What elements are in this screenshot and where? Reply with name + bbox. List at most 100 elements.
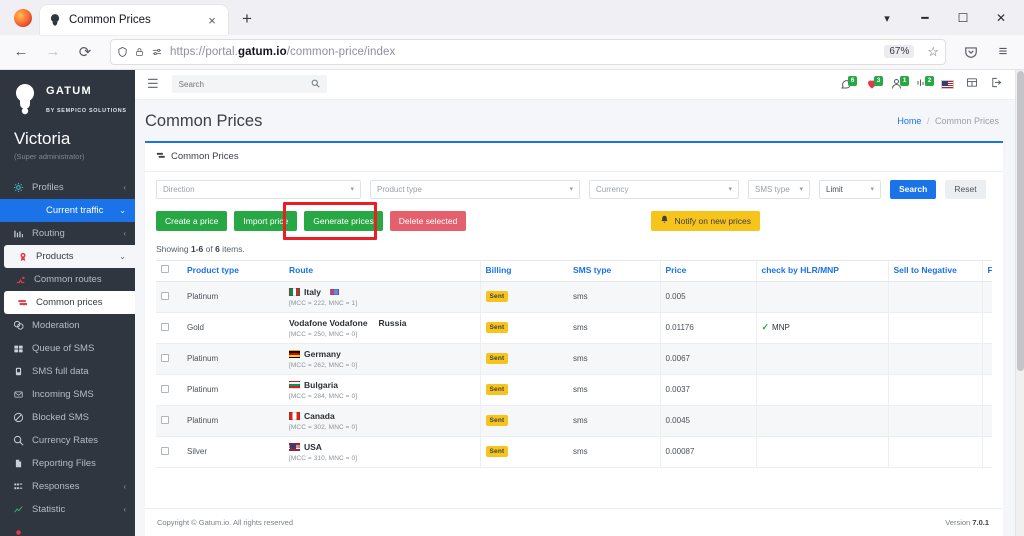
minimize-button[interactable]: ━ — [906, 4, 944, 32]
chat-notification-button[interactable]: 6 — [839, 76, 857, 90]
sidebar-item-reporting-files[interactable]: Reporting Files — [0, 452, 135, 475]
sidebar-item-current-traffic[interactable]: Current traffic ⌄ — [0, 199, 135, 223]
scrollbar-thumb[interactable] — [1017, 70, 1024, 371]
row-checkbox[interactable] — [161, 415, 169, 424]
table-row[interactable]: Platinum Canada [MCC = 302, MNC = 0] Sen… — [156, 405, 992, 437]
select-all-checkbox[interactable] — [161, 264, 169, 273]
sidebar-item-moderation[interactable]: Moderation — [0, 314, 135, 337]
generate-prices-button[interactable]: Generate prices — [304, 210, 383, 231]
row-checkbox[interactable] — [161, 353, 169, 362]
row-checkbox[interactable] — [161, 322, 169, 331]
sidebar-item-routing[interactable]: Routing ‹ — [0, 222, 135, 245]
breadcrumb-home-link[interactable]: Home — [897, 116, 921, 126]
address-bar[interactable]: https://portal.gatum.io/common-price/ind… — [110, 38, 946, 65]
page-scrollbar[interactable] — [1015, 69, 1024, 536]
back-button[interactable]: ← — [6, 38, 36, 66]
delete-selected-button[interactable]: Delete selected — [389, 210, 467, 231]
sms-type-filter[interactable]: SMS type ▾ — [748, 179, 810, 199]
tab-close-icon[interactable]: × — [204, 13, 220, 28]
import-price-button[interactable]: Import price — [234, 210, 298, 231]
browser-tab[interactable]: Common Prices × — [40, 5, 228, 36]
zoom-level-indicator[interactable]: 67% — [884, 45, 915, 59]
table-row[interactable]: Silver USA [MCC = 310, MNC = 0] Sent sms… — [156, 436, 992, 468]
row-checkbox[interactable] — [161, 446, 169, 455]
column-billing[interactable]: Billing — [479, 259, 568, 282]
table-row[interactable]: Platinum Germany [MCC = 262, MNC = 0] Se… — [156, 343, 992, 375]
cell-route: Vodafone Vodafone Russia [MCC = 250, MNC… — [284, 312, 480, 344]
column-check-by-hlr-mnp[interactable]: check by HLR/MNP — [755, 259, 888, 282]
topbar-right: 6 3 1 2 — [839, 75, 1006, 93]
alert-notification-button[interactable]: 3 — [865, 76, 883, 90]
column-features[interactable]: Features — [981, 259, 992, 282]
list-all-tabs-icon[interactable]: ▾ — [868, 4, 906, 32]
sidebar-item-common-prices[interactable]: Common prices — [4, 291, 135, 315]
billing-status-badge: Sent — [485, 446, 509, 458]
routing-icon — [12, 229, 25, 239]
sidebar-item-queue-of-sms[interactable]: Queue of SMS — [0, 337, 135, 360]
row-checkbox[interactable] — [161, 384, 169, 393]
route-country: Bulgaria — [304, 379, 339, 390]
logout-icon[interactable] — [990, 75, 1002, 93]
currency-filter[interactable]: Currency ▾ — [589, 179, 739, 199]
sidebar-item-extra[interactable] — [0, 521, 135, 536]
sidebar-item-currency-rates[interactable]: Currency Rates — [0, 429, 135, 452]
signal-notification-button[interactable]: 2 — [916, 76, 934, 90]
search-input[interactable] — [178, 79, 307, 89]
column-price[interactable]: Price — [659, 259, 756, 282]
chevron-down-icon: ⌄ — [119, 206, 126, 216]
reset-button[interactable]: Reset — [945, 179, 986, 199]
route-country: Canada — [304, 410, 335, 421]
table-row[interactable]: Platinum Italy [MCC = 222, MNC = 1] Sent… — [156, 281, 992, 313]
brand-name: GATUM — [46, 84, 93, 97]
reload-button[interactable]: ⟳ — [70, 38, 100, 66]
row-checkbox[interactable] — [161, 291, 169, 300]
grid-icon[interactable] — [966, 75, 978, 93]
version-text: Version 7.0.1 — [945, 518, 989, 527]
topbar-search[interactable] — [171, 75, 327, 94]
column-sms-type[interactable]: SMS type — [568, 259, 660, 282]
table-row[interactable]: Platinum Bulgaria [MCC = 284, MNC = 0] S… — [156, 374, 992, 406]
create-a-price-button[interactable]: Create a price — [156, 210, 228, 231]
limit-filter[interactable]: Limit ▾ — [819, 179, 881, 199]
sidebar-item-sms-full-data[interactable]: SMS full data — [0, 360, 135, 383]
cell-features — [981, 405, 992, 437]
direction-filter[interactable]: Direction ▾ — [156, 179, 361, 199]
chevron-down-icon: ▾ — [728, 186, 732, 194]
menu-toggle-icon[interactable]: ☰ — [144, 76, 162, 92]
permissions-icon[interactable] — [151, 47, 163, 57]
notify-on-new-prices-button[interactable]: Notify on new prices — [651, 210, 760, 231]
sidebar-item-blocked-sms[interactable]: Blocked SMS — [0, 406, 135, 429]
route-country: Germany — [304, 348, 341, 359]
shield-icon[interactable] — [117, 46, 128, 58]
column-product-type[interactable]: Product type — [182, 259, 284, 282]
sidebar-item-statistic[interactable]: Statistic ‹ — [0, 498, 135, 521]
search-button[interactable]: Search — [890, 179, 937, 199]
table-row[interactable]: Gold Vodafone Vodafone Russia [MCC = 250… — [156, 312, 992, 344]
column-sell-to-negative[interactable]: Sell to Negative — [887, 259, 982, 282]
row-checkbox-cell — [156, 343, 182, 375]
flag-extra-icon — [330, 288, 340, 295]
sidebar-item-responses[interactable]: Responses ‹ — [0, 475, 135, 498]
new-tab-button[interactable]: + — [242, 9, 252, 29]
column-route[interactable]: Route — [284, 259, 480, 282]
pocket-icon[interactable] — [956, 38, 986, 66]
sidebar-item-profiles[interactable]: Profiles ‹ — [0, 176, 135, 199]
maximize-button[interactable]: ☐ — [944, 4, 982, 32]
product-type-filter[interactable]: Product type ▾ — [370, 179, 580, 199]
forward-button[interactable]: → — [38, 38, 68, 66]
moderation-icon — [12, 320, 25, 331]
billing-status-badge: Sent — [485, 291, 509, 303]
firefox-logo-icon — [14, 9, 32, 28]
close-window-button[interactable]: ✕ — [982, 4, 1020, 32]
sidebar-item-common-routes[interactable]: Common routes — [0, 268, 135, 291]
cell-hlr-mnp — [755, 343, 888, 375]
showing-mid: of — [203, 243, 216, 254]
sidebar-item-products[interactable]: Products ⌄ — [4, 245, 135, 269]
app-menu-icon[interactable]: ≡ — [988, 38, 1018, 66]
language-flag-icon[interactable] — [941, 79, 954, 89]
user-notification-button[interactable]: 1 — [891, 76, 909, 90]
search-icon[interactable] — [311, 79, 320, 90]
sidebar-item-incoming-sms[interactable]: Incoming SMS — [0, 383, 135, 406]
cell-price: 0.0037 — [659, 374, 756, 406]
bookmark-star-icon[interactable]: ☆ — [927, 44, 939, 60]
